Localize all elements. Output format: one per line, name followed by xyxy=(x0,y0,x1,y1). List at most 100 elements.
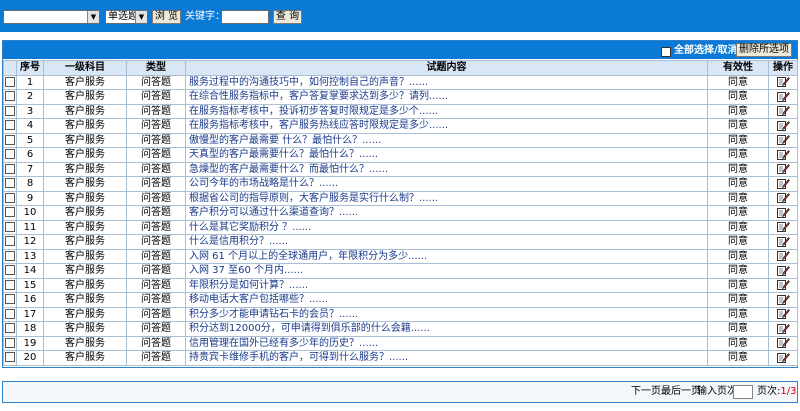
header-content: 试题内容 xyxy=(185,60,708,76)
row-checkbox[interactable] xyxy=(5,178,15,189)
row-action-cell xyxy=(768,205,798,221)
edit-icon[interactable] xyxy=(776,250,790,262)
edit-icon[interactable] xyxy=(776,279,790,291)
category-select[interactable]: ▼ xyxy=(3,10,100,24)
row-content-link[interactable]: 持贵宾卡维修手机的客户，可得到什么服务？...... xyxy=(185,350,708,366)
row-action-cell xyxy=(768,161,798,177)
row-content-link[interactable]: 在服务指标考核中，投诉初步答复时限规定是多少个...... xyxy=(185,103,708,119)
row-checkbox[interactable] xyxy=(5,323,15,334)
edit-icon[interactable] xyxy=(776,163,790,175)
row-checkbox-cell xyxy=(3,306,17,322)
row-content-link[interactable]: 傲慢型的客户最需要 什么？最怕什么？...... xyxy=(185,132,708,148)
row-checkbox[interactable] xyxy=(5,149,15,160)
row-checkbox[interactable] xyxy=(5,279,15,290)
row-content-link[interactable]: 公司今年的市场战略是什么？...... xyxy=(185,176,708,192)
row-content-link[interactable]: 入网 37 至60 个月内...... xyxy=(185,263,708,279)
row-checkbox[interactable] xyxy=(5,265,15,276)
row-content-link[interactable]: 根据省公司的指导原则，大客户服务是实行什么制？...... xyxy=(185,190,708,206)
row-validity: 同意 xyxy=(707,132,769,148)
row-content-link[interactable]: 天真型的客户最需要什么？最怕什么？...... xyxy=(185,147,708,163)
row-validity: 同意 xyxy=(707,263,769,279)
table-row: 11 客户服务 问答题 什么是其它奖励积分 ？...... 同意 xyxy=(3,219,798,235)
row-checkbox[interactable] xyxy=(5,163,15,174)
header-action: 操作 xyxy=(768,60,798,76)
search-bar: ▼ 单选题 ▼ 浏 览 关键字： 查 询 xyxy=(0,0,800,32)
edit-icon[interactable] xyxy=(776,134,790,146)
row-validity: 同意 xyxy=(707,350,769,366)
row-checkbox[interactable] xyxy=(5,308,15,319)
row-checkbox-cell xyxy=(3,205,17,221)
row-validity: 同意 xyxy=(707,161,769,177)
row-checkbox[interactable] xyxy=(5,105,15,116)
edit-icon[interactable] xyxy=(776,308,790,320)
edit-icon[interactable] xyxy=(776,105,790,117)
edit-icon[interactable] xyxy=(776,323,790,334)
row-subject: 客户服务 xyxy=(43,132,127,148)
row-checkbox[interactable] xyxy=(5,221,15,232)
row-content-link[interactable]: 在综合性服务指标中，客户答复掌要求达到多少？请列...... xyxy=(185,89,708,105)
row-checkbox[interactable] xyxy=(5,352,15,363)
row-index: 9 xyxy=(16,190,44,206)
select-all-checkbox[interactable] xyxy=(661,47,671,57)
row-checkbox[interactable] xyxy=(5,236,15,247)
edit-icon[interactable] xyxy=(776,120,790,131)
row-type: 问答题 xyxy=(126,335,186,351)
edit-icon[interactable] xyxy=(776,76,790,88)
row-subject: 客户服务 xyxy=(43,176,127,192)
row-action-cell xyxy=(768,118,798,134)
delete-selected-button[interactable]: 删除所选项 xyxy=(736,43,792,57)
goto-page-input[interactable] xyxy=(733,385,753,399)
row-checkbox-cell xyxy=(3,89,17,105)
row-checkbox[interactable] xyxy=(5,294,15,305)
edit-icon[interactable] xyxy=(776,294,790,305)
row-checkbox[interactable] xyxy=(5,192,15,203)
row-checkbox[interactable] xyxy=(5,134,15,145)
row-checkbox[interactable] xyxy=(5,76,15,87)
row-content-link[interactable]: 服务过程中的沟通技巧中，如何控制自己的声音？...... xyxy=(185,74,708,90)
row-content-link[interactable]: 积分多少才能申请钻石卡的会员？...... xyxy=(185,306,708,322)
last-page-link[interactable]: 最后一页 xyxy=(661,386,701,398)
row-checkbox-cell xyxy=(3,321,17,337)
edit-icon[interactable] xyxy=(776,221,790,233)
header-subject: 一级科目 xyxy=(43,60,127,76)
row-content-link[interactable]: 在服务指标考核中，客户服务热线应答时限规定是多少...... xyxy=(185,118,708,134)
keyword-label: 关键字： xyxy=(185,11,225,22)
edit-icon[interactable] xyxy=(776,178,790,189)
row-validity: 同意 xyxy=(707,176,769,192)
edit-icon[interactable] xyxy=(776,192,790,204)
table-row: 20 客户服务 问答题 持贵宾卡维修手机的客户，可得到什么服务？...... 同… xyxy=(3,350,798,366)
row-content-link[interactable]: 什么是其它奖励积分 ？...... xyxy=(185,219,708,235)
row-index: 10 xyxy=(16,205,44,221)
edit-icon[interactable] xyxy=(776,337,790,349)
row-checkbox[interactable] xyxy=(5,91,15,102)
edit-icon[interactable] xyxy=(776,265,790,276)
edit-icon[interactable] xyxy=(776,352,790,363)
row-content-link[interactable]: 客户积分可以通过什么渠道查询？...... xyxy=(185,205,708,221)
row-index: 4 xyxy=(16,118,44,134)
row-content-link[interactable]: 积分达到12000分，可申请得到俱乐部的什么会籍...... xyxy=(185,321,708,337)
browse-button[interactable]: 浏 览 xyxy=(152,10,181,24)
edit-icon[interactable] xyxy=(776,91,790,102)
row-content-link[interactable]: 信用管理在国外已经有多少年的历史？...... xyxy=(185,335,708,351)
row-subject: 客户服务 xyxy=(43,321,127,337)
row-content-link[interactable]: 年限积分是如何计算？...... xyxy=(185,277,708,293)
edit-icon[interactable] xyxy=(776,149,790,160)
row-content-link[interactable]: 急燥型的客户最需要什么？而最怕什么？...... xyxy=(185,161,708,177)
row-content-link[interactable]: 入网 61 个月以上的全球通用户，年限积分为多少...... xyxy=(185,248,708,264)
row-checkbox[interactable] xyxy=(5,250,15,261)
edit-icon[interactable] xyxy=(776,207,790,218)
row-checkbox[interactable] xyxy=(5,207,15,218)
row-checkbox-cell xyxy=(3,350,17,366)
row-content-link[interactable]: 什么是信用积分？...... xyxy=(185,234,708,250)
next-page-link[interactable]: 下一页 xyxy=(631,386,661,398)
row-checkbox[interactable] xyxy=(5,337,15,348)
row-checkbox[interactable] xyxy=(5,120,15,131)
query-button[interactable]: 查 询 xyxy=(273,10,302,24)
keyword-input[interactable] xyxy=(221,10,269,24)
edit-icon[interactable] xyxy=(776,236,790,247)
row-subject: 客户服务 xyxy=(43,190,127,206)
row-content-link[interactable]: 移动电话大客户包括哪些？...... xyxy=(185,292,708,308)
type-select[interactable]: 单选题 ▼ xyxy=(105,10,148,24)
row-index: 14 xyxy=(16,263,44,279)
row-action-cell xyxy=(768,234,798,250)
